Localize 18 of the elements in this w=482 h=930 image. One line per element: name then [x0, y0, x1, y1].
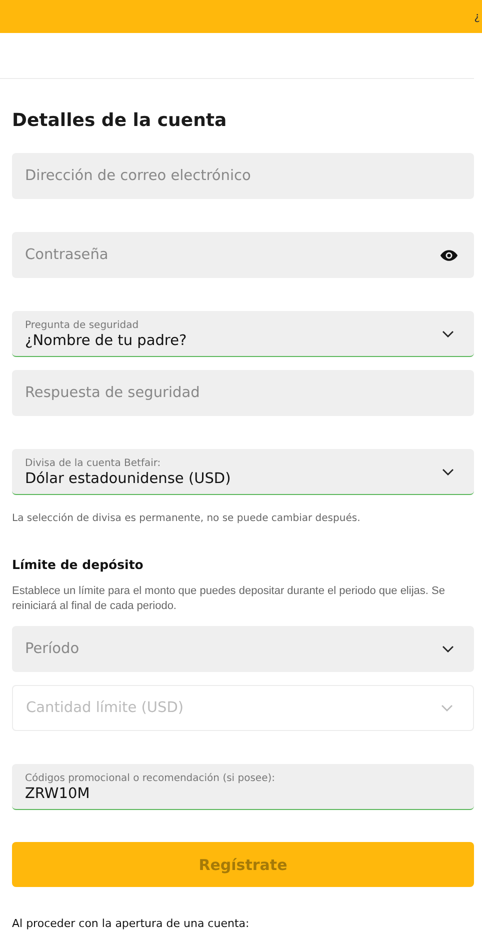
input-field[interactable]: Dirección de correo electrónico [12, 153, 474, 199]
footer-text: Al proceder con la apertura de una cuenta: [12, 917, 250, 930]
help-link[interactable]: ¿ [474, 10, 480, 23]
dropdown[interactable]: Divisa de la cuenta Betfair: Dólar estadounidense (USD) [12, 449, 474, 495]
eye-icon[interactable] [440, 248, 458, 262]
section-title: Límite de depósito [12, 557, 144, 573]
chevron-down-icon [442, 468, 454, 476]
input-field[interactable]: Códigos promocional o recomendación (si posee): ZRW10M [12, 764, 474, 810]
helper-text: La selección de divisa es permanente, no se puede cambiar después. [12, 512, 362, 526]
chevron-down-icon [442, 330, 454, 338]
password-field[interactable]: Contraseña [12, 232, 474, 278]
input-field[interactable]: Respuesta de seguridad [12, 370, 474, 416]
dropdown[interactable]: Período [12, 626, 474, 672]
chevron-down-icon [441, 704, 453, 712]
description-text: Establece un límite para el monto que puedes depositar durante el periodo que elijas. Se reiniciará al final de cada periodo. [12, 584, 446, 614]
section-title: Detalles de la cuenta [12, 109, 228, 133]
chevron-down-icon [442, 645, 454, 653]
dropdown[interactable]: Pregunta de seguridad ¿Nombre de tu padre? [12, 311, 474, 357]
